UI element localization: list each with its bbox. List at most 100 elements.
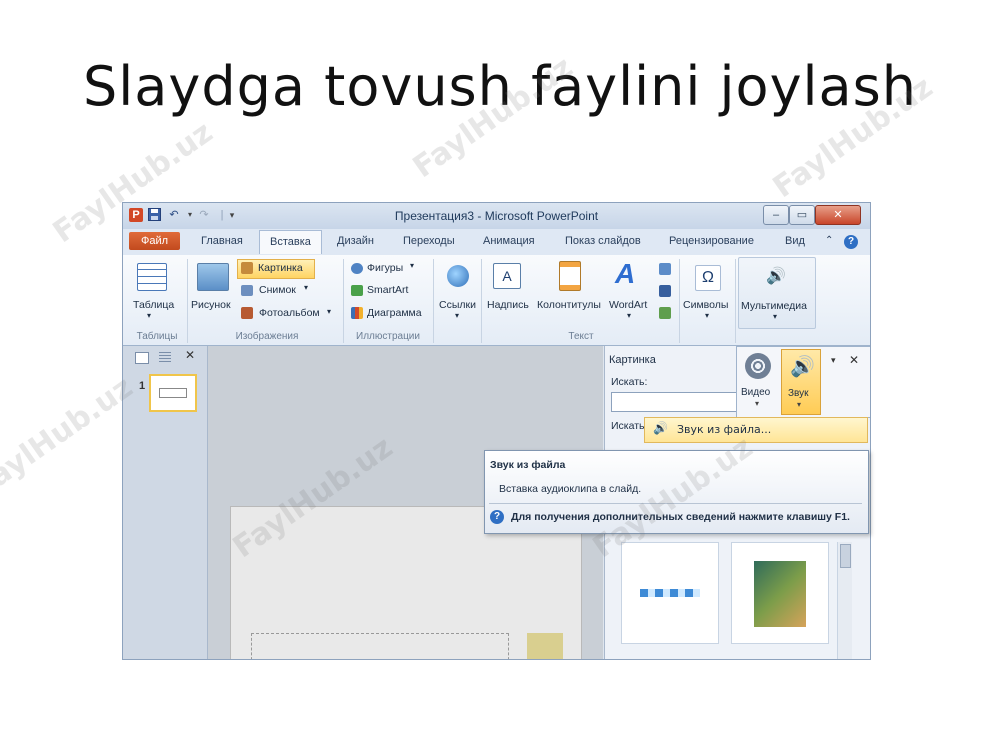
tab-file[interactable]: Файл <box>129 232 181 250</box>
chevron-down-icon: ▾ <box>797 400 802 409</box>
clipart-icon <box>241 262 253 274</box>
chevron-down-icon: ▾ <box>147 311 152 320</box>
clipart-result-2[interactable] <box>731 542 829 644</box>
picture-label: Рисунок <box>191 299 231 311</box>
thumbnail-placeholder <box>159 388 187 398</box>
multimedia-button[interactable]: 🔊 Мультимедиа ▾ <box>738 257 816 329</box>
tab-view[interactable]: Вид <box>779 233 811 249</box>
tab-transitions[interactable]: Переходы <box>397 233 461 249</box>
slide-number-icon[interactable] <box>659 285 671 297</box>
task-pane-title: Картинка <box>609 354 656 366</box>
chart-label: Диаграмма <box>367 307 422 319</box>
table-icon <box>137 263 167 291</box>
smartart-icon <box>351 285 363 296</box>
image-placeholder <box>527 633 563 659</box>
audio-from-file-menu-item[interactable]: 🔊 Звук из файла... <box>644 417 868 443</box>
film-reel-icon <box>745 353 771 379</box>
slide-title: Slaydga tovush faylini joylash <box>83 55 917 118</box>
pane-menu-icon[interactable]: ▾ <box>831 355 836 366</box>
group-separator <box>735 259 736 343</box>
audio-label: Звук <box>788 388 809 399</box>
tab-animation[interactable]: Анимация <box>477 233 541 249</box>
audio-from-file-tooltip: Звук из файла Вставка аудиоклипа в слайд… <box>484 450 869 534</box>
clipart-result-1[interactable] <box>621 542 719 644</box>
tab-slideshow[interactable]: Показ слайдов <box>559 233 647 249</box>
tab-review[interactable]: Рецензирование <box>663 233 760 249</box>
scroll-thumb[interactable] <box>840 544 851 568</box>
window-title: Презентация3 - Microsoft PowerPoint <box>394 209 599 223</box>
ribbon-insert: Таблица ▾ Таблицы Рисунок Картинка Снимо… <box>123 255 870 346</box>
help-icon[interactable]: ? <box>844 235 858 249</box>
slides-tab-icon[interactable] <box>135 352 149 364</box>
chevron-down-icon: ▾ <box>327 307 332 316</box>
picture-icon <box>197 263 229 291</box>
video-button[interactable]: Видео ▾ <box>739 349 777 413</box>
speaker-icon: 🔊 <box>653 421 668 435</box>
speaker-icon: 🔊 <box>790 356 815 378</box>
group-separator <box>481 259 482 343</box>
title-bar: P ↶ ▾ ↷ | ▾ Презентация3 - Microsoft Pow… <box>123 203 870 229</box>
maximize-button[interactable]: ▭ <box>789 205 815 225</box>
shapes-label: Фигуры <box>367 262 404 274</box>
symbols-label: Символы <box>683 299 729 311</box>
chevron-down-icon: ▾ <box>773 312 778 321</box>
chevron-down-icon: ▾ <box>705 311 710 320</box>
group-label-tables: Таблицы <box>136 331 178 342</box>
chevron-down-icon: ▾ <box>410 261 415 270</box>
chevron-down-icon: ▾ <box>304 283 309 292</box>
clipart-button[interactable]: Картинка <box>237 259 315 279</box>
wordart-icon: A <box>615 258 636 289</box>
object-icon[interactable] <box>659 307 671 319</box>
title-placeholder[interactable] <box>251 633 509 659</box>
textbox-icon: A <box>493 263 521 289</box>
headerfooter-icon <box>559 261 581 291</box>
video-label: Видео <box>741 387 771 398</box>
tooltip-divider <box>489 503 862 504</box>
search-label: Искать: <box>611 376 648 388</box>
smartart-label: SmartArt <box>367 284 409 296</box>
group-separator <box>343 259 344 343</box>
omega-icon: Ω <box>695 265 721 291</box>
screenshot-icon <box>241 285 253 296</box>
group-separator <box>679 259 680 343</box>
slide-thumbnail[interactable] <box>149 374 197 412</box>
globe-icon <box>447 265 469 287</box>
clipart-people-image <box>754 561 806 627</box>
links-label: Ссылки <box>439 299 476 311</box>
minimize-button[interactable]: – <box>763 205 789 225</box>
clipart-label: Картинка <box>258 262 303 274</box>
audio-button[interactable]: 🔊 Звук ▾ <box>781 349 821 415</box>
shapes-icon <box>351 263 363 274</box>
close-button[interactable]: ✕ <box>815 205 861 225</box>
screenshot-label: Снимок <box>259 284 296 296</box>
tab-home[interactable]: Главная <box>195 233 249 249</box>
photoalbum-icon <box>241 307 253 319</box>
chevron-down-icon: ▾ <box>455 311 460 320</box>
tooltip-help-text: Для получения дополнительных сведений на… <box>511 511 850 523</box>
chart-icon <box>351 307 363 319</box>
tab-insert[interactable]: Вставка <box>259 230 322 254</box>
wordart-label: WordArt <box>609 299 648 311</box>
group-label-images: Изображения <box>235 331 299 342</box>
search-input[interactable] <box>611 392 739 412</box>
headerfooter-label: Колонтитулы <box>537 299 601 311</box>
group-label-illustrations: Иллюстрации <box>356 331 420 342</box>
help-icon: ? <box>490 510 504 524</box>
tab-design[interactable]: Дизайн <box>331 233 380 249</box>
tooltip-description: Вставка аудиоклипа в слайд. <box>499 483 642 495</box>
date-time-icon[interactable] <box>659 263 671 275</box>
outline-tab-icon[interactable] <box>159 352 171 362</box>
watermark: FaylHub.uz <box>0 369 140 506</box>
speaker-icon: 🔊 <box>766 268 786 285</box>
search-label-2: Искать <box>611 420 645 432</box>
close-task-pane-icon[interactable]: ✕ <box>849 353 859 367</box>
close-pane-icon[interactable]: ✕ <box>185 348 195 362</box>
textbox-label: Надпись <box>487 299 529 311</box>
group-label-text: Текст <box>568 331 594 342</box>
multimedia-dropdown: Видео ▾ 🔊 Звук ▾ ▾ ✕ <box>736 346 870 418</box>
group-separator <box>433 259 434 343</box>
slides-pane: ✕ 1 <box>123 346 208 659</box>
task-pane-scrollbar[interactable] <box>837 542 852 659</box>
minimize-ribbon-icon[interactable]: ⌃ <box>819 233 839 248</box>
audio-from-file-label: Звук из файла... <box>677 423 772 436</box>
